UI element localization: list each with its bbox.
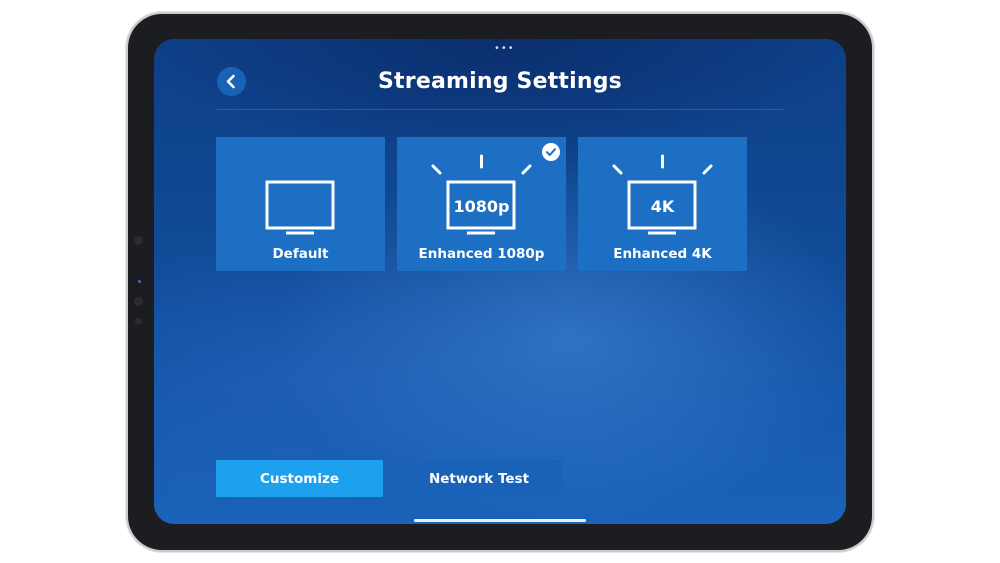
header-divider <box>216 109 784 110</box>
option-label: Default <box>272 246 329 262</box>
sensor-dot <box>138 280 141 283</box>
network-test-button[interactable]: Network Test <box>396 460 562 497</box>
option-enhanced-1080p[interactable]: 1080p Enhanced 1080p <box>397 137 566 271</box>
customize-button[interactable]: Customize <box>216 460 383 497</box>
tv-badge-1080p: 1080p <box>454 197 510 216</box>
multitasking-dots-icon[interactable]: ••• <box>494 43 515 54</box>
camera-dot-2 <box>134 297 143 306</box>
option-default[interactable]: Default <box>216 137 385 271</box>
option-label: Enhanced 4K <box>613 246 712 262</box>
selected-check-icon <box>542 143 560 161</box>
camera-dot <box>134 236 143 245</box>
option-label: Enhanced 1080p <box>418 246 545 262</box>
camera-dot-3 <box>135 318 142 325</box>
page-title: Streaming Settings <box>378 69 622 94</box>
home-indicator[interactable] <box>414 519 586 522</box>
tv-badge-4k: 4K <box>651 197 675 216</box>
screen: ••• Streaming Settings Default 1080p Enh… <box>154 39 846 524</box>
option-enhanced-4k[interactable]: 4K Enhanced 4K <box>578 137 747 271</box>
